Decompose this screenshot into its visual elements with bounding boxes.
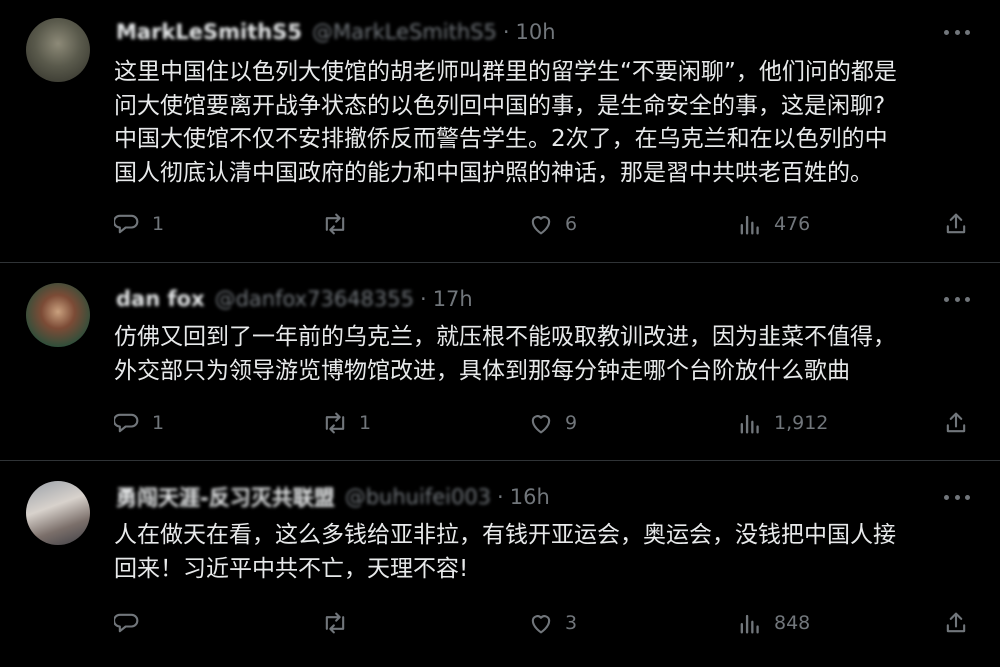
like-count: 3 [565, 612, 578, 634]
repost-button[interactable] [321, 207, 359, 241]
author-name[interactable]: dan fox [116, 287, 205, 311]
separator-dot: · [420, 287, 427, 311]
tweet-header: MarkLeSmithS5 @MarkLeSmithS5 · 10h [116, 16, 556, 48]
like-count: 9 [565, 412, 578, 434]
view-count: 1,912 [774, 412, 829, 434]
reply-button[interactable] [114, 606, 152, 640]
tweet-2[interactable]: dan fox @danfox73648355 · 17h 仿佛又回到了一年前的… [0, 263, 1000, 460]
like-count: 6 [565, 213, 578, 235]
tweet-text: 这里中国住以色列大使馆的胡老师叫群里的留学生“不要闲聊”，他们问的都是 问大使馆… [114, 56, 974, 190]
action-bar: 1 1 9 1,912 [0, 406, 1000, 440]
tweet-text-line: 外交部只为领导游览博物馆改进，具体到那每分钟走哪个台阶放什么歌曲 [114, 357, 850, 384]
view-count: 476 [774, 213, 811, 235]
share-icon [946, 412, 966, 433]
reply-icon [114, 214, 139, 234]
author-handle[interactable]: @buhuifei003 [345, 485, 491, 509]
like-button[interactable]: 6 [527, 207, 577, 241]
more-icon[interactable] [944, 487, 970, 507]
reply-button[interactable]: 1 [114, 207, 164, 241]
author-handle[interactable]: @MarkLeSmithS5 [312, 20, 497, 44]
tweet-text-line: 问大使馆要离开战争状态的以色列回中国的事，是生命安全的事，这是闲聊? [114, 92, 886, 119]
views-icon [740, 614, 759, 634]
share-button[interactable] [942, 406, 970, 440]
more-icon[interactable] [944, 22, 970, 42]
separator-dot: · [497, 485, 504, 509]
reply-count: 1 [152, 213, 165, 235]
like-icon [531, 415, 551, 434]
repost-icon [325, 612, 345, 634]
tweet-text-line: 国人彻底认清中国政府的能力和中国护照的神话，那是習中共哄老百姓的。 [114, 159, 873, 186]
tweet-1[interactable]: MarkLeSmithS5 @MarkLeSmithS5 · 10h 这里中国住… [0, 0, 1000, 262]
timestamp[interactable]: 10h [516, 20, 556, 44]
like-icon [531, 216, 551, 235]
share-button[interactable] [942, 207, 970, 241]
avatar[interactable] [26, 18, 90, 82]
tweet-text-line: 这里中国住以色列大使馆的胡老师叫群里的留学生“不要闲聊”，他们问的都是 [114, 59, 897, 85]
tweet-text-line: 回来！习近平中共不亡，天理不容! [114, 555, 469, 582]
views-button[interactable]: 1,912 [736, 406, 828, 440]
repost-icon [325, 213, 345, 235]
like-icon [531, 615, 551, 634]
repost-button[interactable]: 1 [321, 406, 371, 440]
tweet-text: 人在做天在看，这么多钱给亚非拉，有钱开亚运会，奥运会，没钱把中国人接 回来！习近… [114, 519, 974, 586]
tweet-3[interactable]: 勇闯天涯-反习灭共联盟 @buhuifei003 · 16h 人在做天在看，这么… [0, 461, 1000, 667]
views-button[interactable]: 476 [736, 207, 810, 241]
author-name[interactable]: 勇闯天涯-反习灭共联盟 [116, 482, 335, 512]
views-icon [740, 414, 759, 434]
tweet-text-line: 中国大使馆不仅不安排撤侨反而警告学生。2次了，在乌克兰和在以色列的中 [114, 126, 888, 152]
reply-count: 1 [152, 412, 165, 434]
like-button[interactable]: 3 [527, 606, 577, 640]
author-handle[interactable]: @danfox73648355 [215, 287, 414, 311]
views-button[interactable]: 848 [736, 606, 810, 640]
tweet-header: 勇闯天涯-反习灭共联盟 @buhuifei003 · 16h [116, 481, 550, 513]
separator-dot: · [502, 20, 510, 44]
tweet-text-line: 仿佛又回到了一年前的乌克兰，就压根不能吸取教训改进，因为韭菜不值得， [114, 324, 896, 350]
share-icon [946, 213, 966, 234]
share-button[interactable] [942, 606, 970, 640]
tweet-text-line: 人在做天在看，这么多钱给亚非拉，有钱开亚运会，奥运会，没钱把中国人接 [114, 522, 896, 548]
view-count: 848 [774, 612, 811, 634]
action-bar: 3 848 [0, 606, 1000, 640]
reply-icon [114, 413, 139, 433]
share-icon [946, 612, 966, 633]
repost-icon [325, 412, 345, 434]
timestamp[interactable]: 17h [433, 287, 473, 311]
reply-icon [114, 613, 139, 633]
reply-button[interactable]: 1 [114, 406, 164, 440]
more-icon[interactable] [944, 289, 970, 309]
like-button[interactable]: 9 [527, 406, 577, 440]
action-bar: 1 6 476 [0, 207, 1000, 241]
author-name[interactable]: MarkLeSmithS5 [116, 20, 302, 44]
tweet-text: 仿佛又回到了一年前的乌克兰，就压根不能吸取教训改进，因为韭菜不值得， 外交部只为… [114, 321, 974, 388]
tweet-header: dan fox @danfox73648355 · 17h [116, 283, 473, 315]
repost-button[interactable] [321, 606, 359, 640]
avatar[interactable] [26, 283, 90, 347]
views-icon [740, 215, 759, 235]
repost-count: 1 [359, 412, 372, 434]
avatar[interactable] [26, 481, 90, 545]
timestamp[interactable]: 16h [510, 485, 550, 509]
